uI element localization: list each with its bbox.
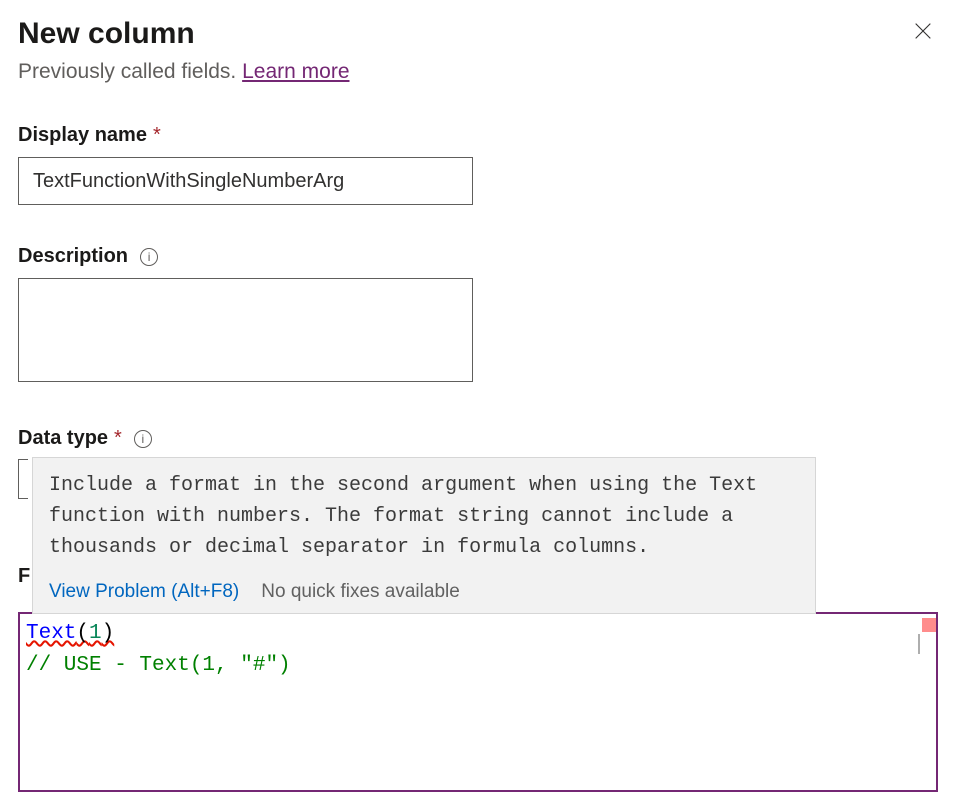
learn-more-link[interactable]: Learn more (242, 60, 349, 83)
code-line-1: Text(1) (26, 618, 930, 650)
required-indicator: * (114, 427, 122, 450)
code-token-number: 1 (89, 622, 102, 645)
panel-title: New column (18, 16, 350, 52)
error-marker-icon (922, 618, 936, 632)
description-input[interactable] (18, 278, 473, 382)
code-token-func: Text (26, 622, 76, 645)
problem-tooltip: Include a format in the second argument … (32, 457, 816, 614)
editor-cursor (918, 634, 920, 654)
description-label: Description i (18, 245, 938, 268)
display-name-label: Display name * (18, 124, 938, 147)
formula-label-partial: F (18, 565, 30, 588)
panel-subtitle: Previously called fields. Learn more (18, 60, 350, 84)
code-token-paren-open: ( (76, 622, 89, 645)
description-label-text: Description (18, 245, 128, 268)
data-type-label: Data type * i (18, 427, 938, 450)
display-name-label-text: Display name (18, 124, 147, 147)
code-token-comment: // USE - Text(1, "#") (26, 654, 291, 677)
no-quick-fixes-text: No quick fixes available (261, 581, 460, 603)
display-name-input[interactable] (18, 157, 473, 205)
code-line-2: // USE - Text(1, "#") (26, 650, 930, 682)
data-type-select-stub[interactable] (18, 459, 28, 499)
close-button[interactable] (908, 16, 938, 46)
code-token-paren-close: ) (102, 622, 115, 645)
required-indicator: * (153, 124, 161, 147)
tooltip-message: Include a format in the second argument … (49, 470, 799, 563)
info-icon[interactable]: i (134, 430, 152, 448)
close-icon (912, 20, 934, 42)
view-problem-link[interactable]: View Problem (Alt+F8) (49, 581, 239, 603)
formula-editor[interactable]: Text(1) // USE - Text(1, "#") (18, 612, 938, 792)
data-type-label-text: Data type (18, 427, 108, 450)
info-icon[interactable]: i (140, 248, 158, 266)
subtitle-text: Previously called fields. (18, 60, 242, 83)
